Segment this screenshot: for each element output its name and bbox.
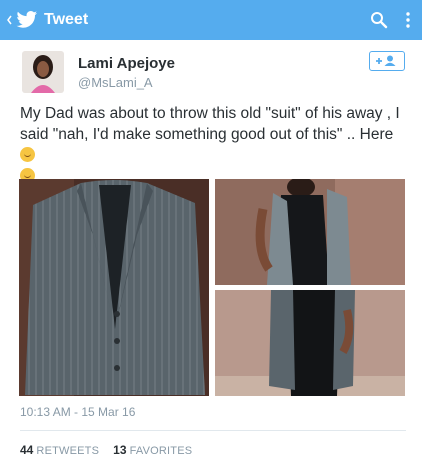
vest-front-photo xyxy=(215,290,405,396)
tweet-text-line-1: My Dad was about to throw this old "suit… xyxy=(20,105,400,122)
overflow-menu-icon[interactable] xyxy=(404,10,412,30)
suit-jacket-photo xyxy=(19,179,209,396)
favorites-label: FAVORITES xyxy=(129,445,193,457)
user-handle[interactable]: @MsLami_A xyxy=(78,75,153,91)
twitter-bird-icon[interactable] xyxy=(16,10,38,30)
tweet-text-line-2: said "nah, I'd make something good out o… xyxy=(20,126,394,143)
favorites-count: 13 xyxy=(113,443,127,457)
avatar[interactable] xyxy=(22,51,64,93)
divider xyxy=(20,430,406,431)
tweet-text: My Dad was about to throw this old "suit… xyxy=(20,103,410,187)
screen-title: Tweet xyxy=(44,11,89,28)
search-icon[interactable] xyxy=(370,11,388,29)
tweet-timestamp: 10:13 AM - 15 Mar 16 xyxy=(20,405,136,419)
avatar-image xyxy=(22,51,64,93)
smile-emoji-icon xyxy=(20,147,35,162)
tweet-photo-vest-side[interactable] xyxy=(215,179,405,285)
tweet-photo-suit-jacket[interactable] xyxy=(19,179,209,396)
favorites-stat[interactable]: 13 FAVORITES xyxy=(113,443,193,458)
user-name[interactable]: Lami Apejoye xyxy=(78,55,175,73)
retweets-stat[interactable]: 44 RETWEETS xyxy=(20,443,100,458)
app-bar: Tweet xyxy=(0,0,422,40)
tweet-stats: 44 RETWEETS 13 FAVORITES xyxy=(20,444,192,458)
retweets-count: 44 xyxy=(20,443,34,457)
back-chevron-icon[interactable] xyxy=(6,10,13,30)
add-user-icon xyxy=(376,55,396,66)
follow-button[interactable] xyxy=(369,51,405,71)
retweets-label: RETWEETS xyxy=(36,445,100,457)
vest-side-photo xyxy=(215,179,405,285)
tweet-photo-vest-front[interactable] xyxy=(215,290,405,396)
